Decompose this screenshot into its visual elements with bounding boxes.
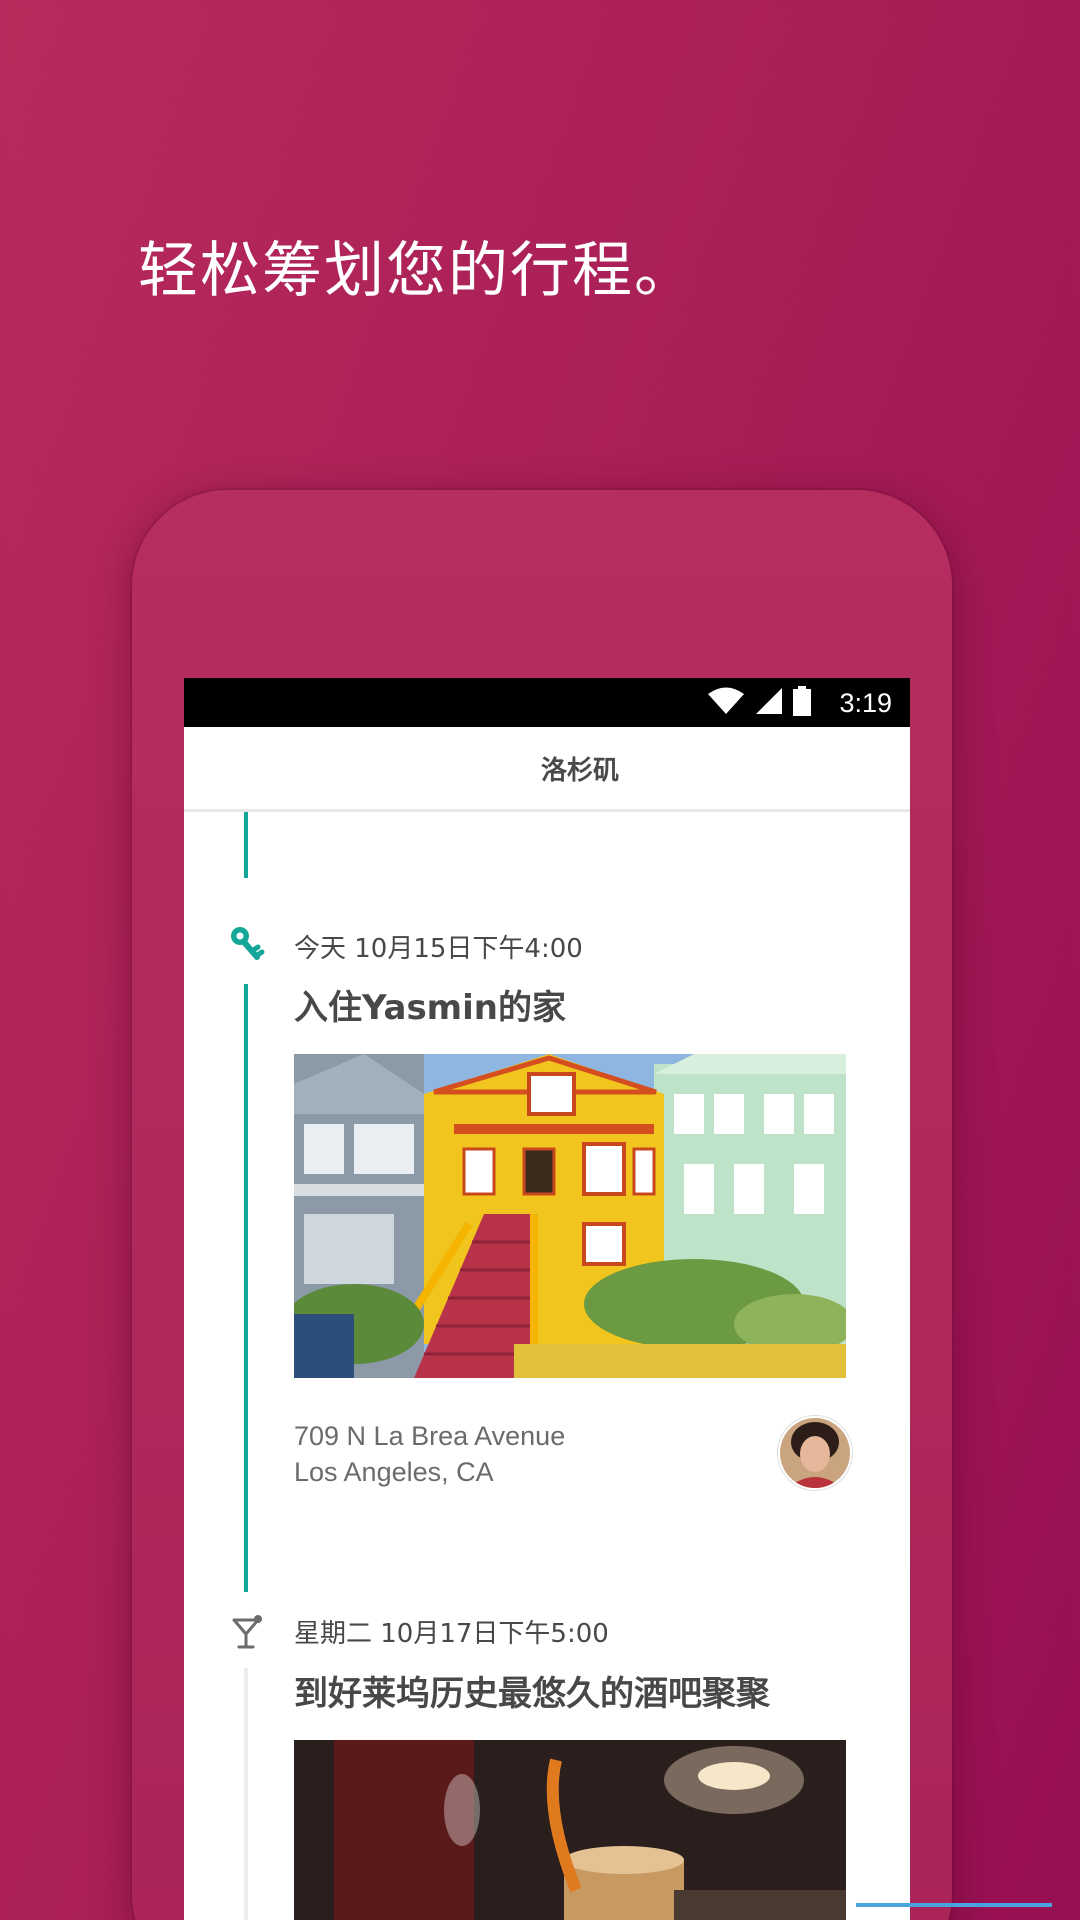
app-bar: 洛杉矶	[184, 727, 910, 812]
event-time: 星期二 10月17日下午5:00	[294, 1619, 609, 1649]
cocktail-photo[interactable]	[294, 1740, 846, 1920]
event-address: 709 N La Brea Avenue Los Angeles, CA	[294, 1418, 565, 1490]
key-icon	[230, 926, 266, 970]
status-time: 3:19	[839, 687, 892, 718]
status-icons: 3:19	[707, 686, 892, 720]
event-title[interactable]: 到好莱坞历史最悠久的酒吧聚聚	[294, 1666, 770, 1715]
battery-icon	[793, 686, 812, 720]
house-photo[interactable]	[294, 1054, 846, 1378]
timeline-line-top	[244, 812, 248, 878]
event-title[interactable]: 入住Yasmin的家	[294, 980, 566, 1029]
phone-screen: 3:19 洛杉矶 今天 10月15日下午4:00 入住Yasmin的家 709 …	[184, 678, 910, 1920]
cell-signal-icon	[755, 687, 783, 719]
wifi-icon	[707, 687, 745, 719]
page-title: 洛杉矶	[540, 755, 619, 786]
status-bar: 3:19	[184, 678, 910, 727]
cocktail-icon	[232, 1614, 264, 1654]
address-line-2: Los Angeles, CA	[294, 1457, 494, 1487]
timeline-line-lower	[244, 1668, 248, 1920]
address-line-1: 709 N La Brea Avenue	[294, 1421, 566, 1451]
promo-headline: 轻松筹划您的行程。	[138, 236, 696, 306]
scroll-indicator	[856, 1903, 1052, 1907]
timeline-line-main	[244, 984, 248, 1592]
host-avatar[interactable]	[778, 1416, 852, 1490]
event-time: 今天 10月15日下午4:00	[294, 934, 583, 964]
